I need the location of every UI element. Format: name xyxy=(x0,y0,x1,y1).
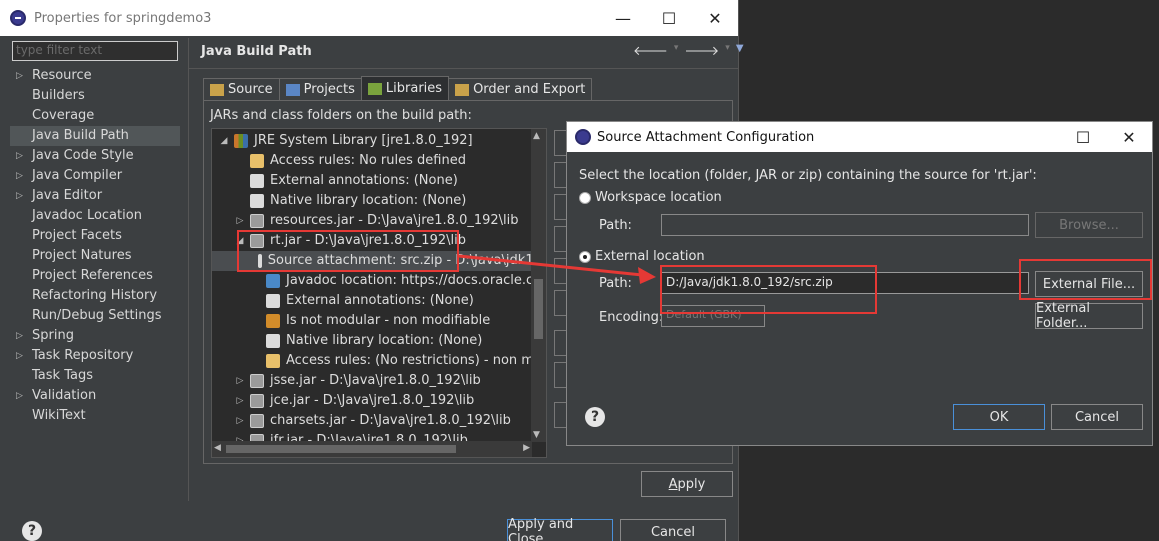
annotation-arrow xyxy=(458,254,656,284)
